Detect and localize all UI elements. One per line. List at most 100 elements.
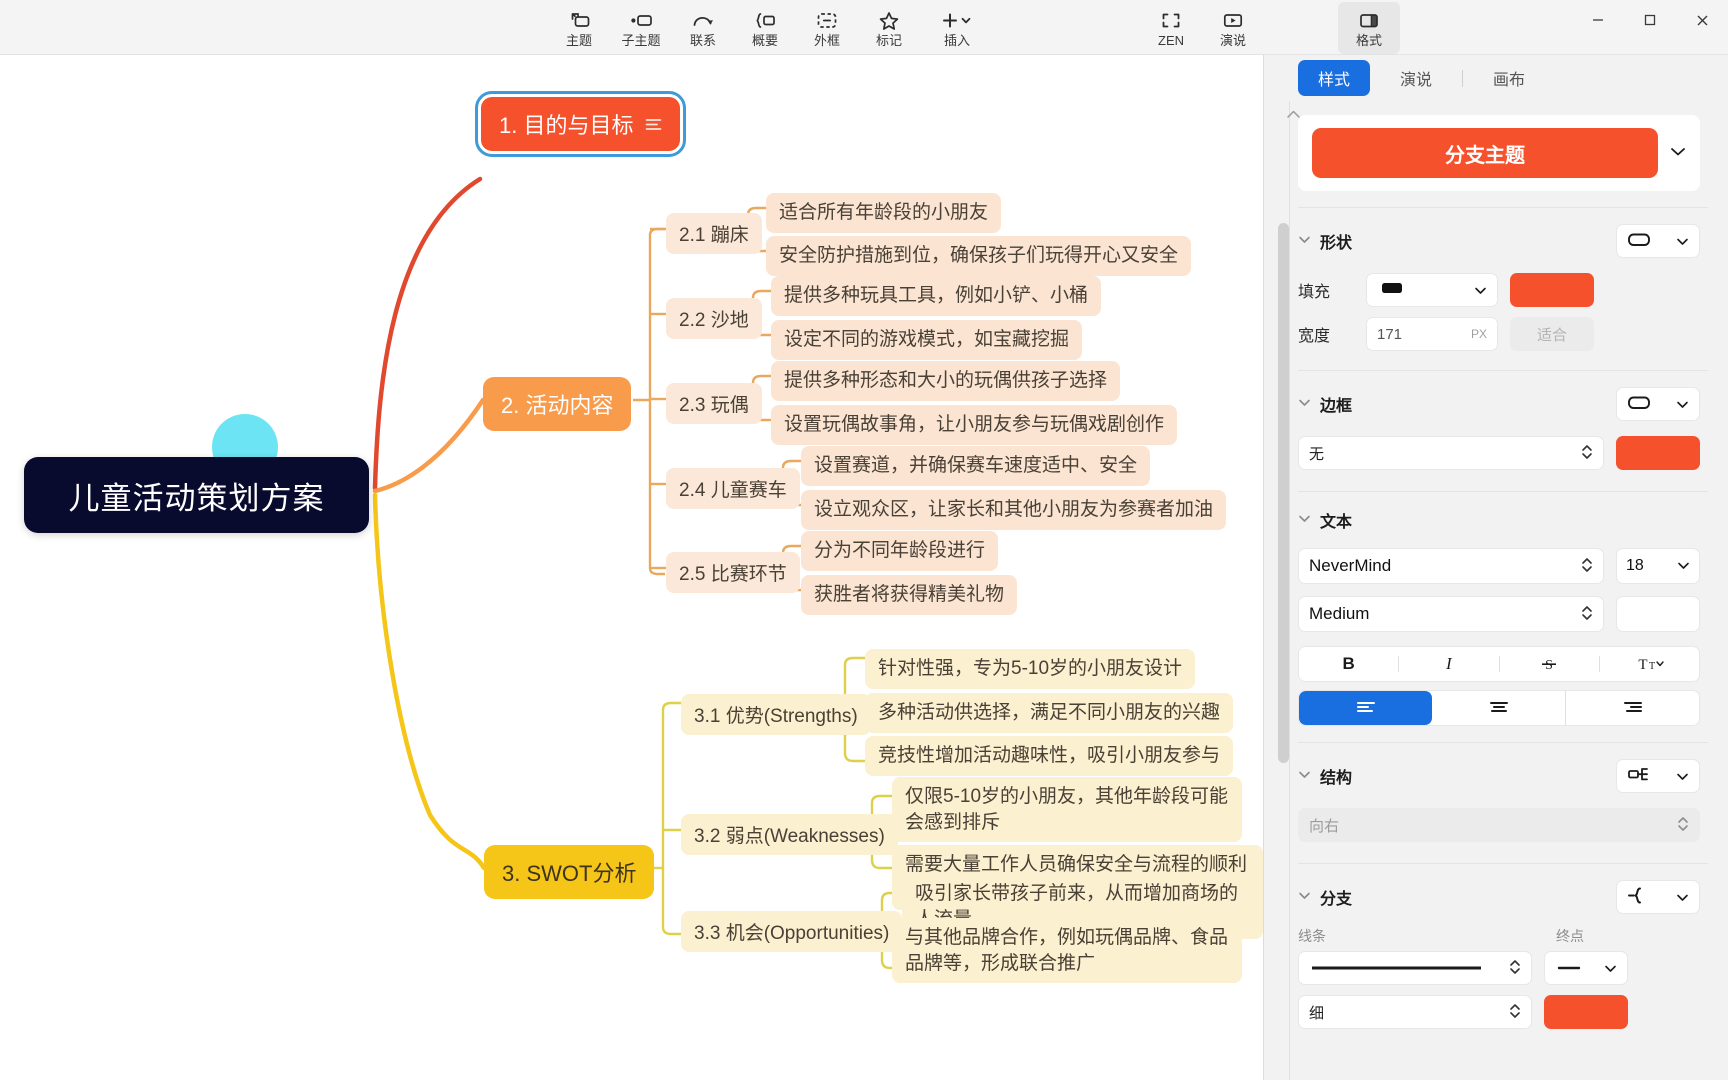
leaf-node-3-1-2[interactable]: 多种活动供选择，满足不同小朋友的兴趣 [865,693,1234,733]
leaf-node-3-2-1[interactable]: 仅限5-10岁的小朋友，其他年龄段可能会感到排斥 [892,777,1242,843]
subtopic-node-2-2[interactable]: 2.2 沙地 [666,298,762,339]
leaf-node-2-2-1[interactable]: 提供多种玩具工具，例如小铲、小桶 [771,276,1102,316]
toolbar-insert-button[interactable]: 插入 [920,2,994,54]
leaf-node-2-4-1[interactable]: 设置赛道，并确保赛车速度适中、安全 [801,446,1151,486]
subtopic-node-3-2-label: 3.2 弱点(Weaknesses) [694,826,885,847]
font-family-select[interactable]: NeverMind [1298,548,1604,584]
subtopic-node-2-5[interactable]: 2.5 比赛环节 [666,552,800,593]
maximize-button[interactable] [1624,0,1676,40]
solid-fill-icon [1377,280,1407,300]
structure-section-chevron-icon[interactable] [1298,770,1311,782]
subtopic-node-2-4[interactable]: 2.4 儿童赛车 [666,468,800,509]
toolbar-boundary-button[interactable]: 外框 [796,2,858,54]
leaf-node-2-3-1[interactable]: 提供多种形态和大小的玩偶供孩子选择 [771,361,1121,401]
boundary-icon [816,10,838,31]
branch-style-select[interactable] [1616,880,1700,914]
strikethrough-button[interactable]: S [1500,655,1599,673]
leaf-node-3-1-3[interactable]: 竞技性增加活动趣味性，吸引小朋友参与 [865,736,1234,776]
toolbar-presentation-button[interactable]: 演说 [1202,2,1264,54]
theme-dropdown-chevron-icon[interactable] [1670,144,1686,162]
theme-chip[interactable]: 分支主题 [1312,128,1658,178]
toolbar-format-button[interactable]: 格式 [1338,2,1400,54]
minimize-button[interactable] [1572,0,1624,40]
mindmap-canvas[interactable]: 儿童活动策划方案 1. 目的与目标 2. 活动内容 3. SWOT分析 2.1 … [0,55,1263,1080]
font-size-select[interactable]: 18 [1616,548,1700,584]
text-case-button[interactable]: TT [1600,655,1699,673]
branch-line-stepper-icon [1509,958,1521,977]
font-weight-stepper-icon [1581,604,1593,623]
border-color-swatch[interactable] [1616,436,1700,470]
italic-button[interactable]: I [1399,654,1498,674]
branch-thickness-stepper-icon [1509,1002,1521,1021]
close-button[interactable] [1676,0,1728,40]
leaf-node-2-1-1[interactable]: 适合所有年龄段的小朋友 [766,193,1002,233]
fill-row: 填充 [1264,268,1728,312]
align-left-button[interactable] [1299,691,1432,725]
branch-thickness-row: 细 [1264,990,1728,1034]
branch-end-select[interactable] [1544,951,1628,985]
leaf-node-3-3-2[interactable]: 与其他品牌合作，例如玩偶品牌、食品品牌等，形成联合推广 [892,918,1242,984]
structure-select-chevron-icon [1676,768,1689,785]
subtopic-node-2-1[interactable]: 2.1 蹦床 [666,213,762,254]
format-panel: 样式 演说 画布 分支主题 形状 填充 宽度 171 PX 适合 边框 无 文本… [1263,55,1728,1080]
text-section-chevron-icon[interactable] [1298,514,1311,526]
panel-tab-style[interactable]: 样式 [1298,60,1371,96]
panel-tab-canvas[interactable]: 画布 [1473,60,1545,96]
branch-thickness-select[interactable]: 细 [1298,995,1532,1029]
branch-section-chevron-icon[interactable] [1298,891,1311,903]
leaf-node-2-5-2-label: 获胜者将获得精美礼物 [814,584,1005,605]
fit-button[interactable]: 适合 [1510,317,1594,351]
font-weight-select[interactable]: Medium [1298,596,1604,632]
font-family-stepper-icon [1581,556,1593,575]
leaf-node-2-5-1[interactable]: 分为不同年龄段进行 [801,531,999,571]
align-center-button[interactable] [1432,691,1565,725]
subtopic-node-3-1-label: 3.1 优势(Strengths) [694,706,858,727]
fill-color-swatch[interactable] [1510,273,1594,307]
panel-tab-presentation[interactable]: 演说 [1380,60,1452,96]
toolbar-topic-button[interactable]: 主题 [548,2,610,54]
border-width-select[interactable]: 无 [1298,436,1604,470]
text-color-swatch[interactable] [1616,596,1700,632]
structure-direction-select[interactable]: 向右 [1298,808,1700,842]
subtopic-node-3-2[interactable]: 3.2 弱点(Weaknesses) [681,814,898,855]
align-right-button[interactable] [1566,691,1699,725]
branch-node-3[interactable]: 3. SWOT分析 [484,845,655,899]
toolbar-format-group: 格式 [1338,2,1400,54]
subtopic-node-3-3[interactable]: 3.3 机会(Opportunities) [681,911,903,952]
branch-end-label: 终点 [1556,928,1584,944]
leaf-node-2-3-2[interactable]: 设置玩偶故事角，让小朋友参与玩偶戏剧创作 [771,405,1178,445]
branch-node-2[interactable]: 2. 活动内容 [483,377,632,431]
fill-style-select[interactable] [1366,273,1498,307]
note-icon[interactable] [645,117,662,132]
branch-line-select[interactable] [1298,951,1532,985]
panel-scrollbar[interactable] [1278,223,1289,763]
structure-style-select[interactable] [1616,759,1700,793]
leaf-node-2-4-2[interactable]: 设立观众区，让家长和其他小朋友为参赛者加油 [801,490,1227,530]
toolbar-zen-button[interactable]: ZEN [1140,2,1202,54]
border-section-title: 边框 [1320,398,1353,415]
subtopic-node-2-3[interactable]: 2.3 玩偶 [666,383,762,424]
toolbar-subtopic-button[interactable]: 子主题 [610,2,672,54]
toolbar-marker-button[interactable]: 标记 [858,2,920,54]
panel-collapse-chevron-icon[interactable] [1286,107,1301,122]
toolbar-relationship-button[interactable]: 联系 [672,2,734,54]
border-section-chevron-icon[interactable] [1298,398,1311,410]
toolbar-summary-button[interactable]: 概要 [734,2,796,54]
width-input[interactable]: 171 PX [1366,317,1498,351]
leaf-node-2-5-2[interactable]: 获胜者将获得精美礼物 [801,575,1018,615]
branch-node-1[interactable]: 1. 目的与目标 [474,91,687,157]
shape-section-chevron-icon[interactable] [1298,235,1311,247]
leaf-node-2-1-2[interactable]: 安全防护措施到位，确保孩子们玩得开心又安全 [766,236,1192,276]
branch-color-swatch[interactable] [1544,995,1628,1029]
subtopic-node-3-1[interactable]: 3.1 优势(Strengths) [681,694,871,735]
mindmap-root-node[interactable]: 儿童活动策划方案 [24,457,369,533]
logic-right-icon [1627,766,1653,786]
border-style-select[interactable] [1616,387,1700,421]
theme-chip-label: 分支主题 [1445,144,1525,167]
leaf-node-3-1-1[interactable]: 针对性强，专为5-10岁的小朋友设计 [865,649,1196,689]
bold-button[interactable]: B [1299,654,1398,674]
leaf-node-2-2-2[interactable]: 设定不同的游戏模式，如宝藏挖掘 [771,320,1083,360]
shape-style-select[interactable] [1616,224,1700,258]
border-width-value: 无 [1309,445,1325,463]
leaf-node-2-2-1-label: 提供多种玩具工具，例如小铲、小桶 [784,285,1089,306]
